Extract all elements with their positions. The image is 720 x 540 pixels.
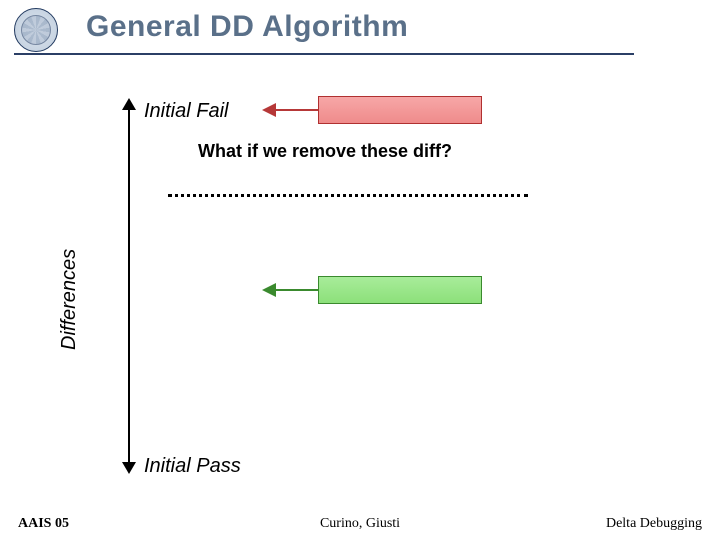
footer-right: Delta Debugging (606, 516, 702, 532)
split-dashed-line (168, 194, 528, 197)
pass-arrow-shaft (276, 289, 318, 291)
fail-arrow-shaft (276, 109, 318, 111)
pass-arrow-head-icon (262, 283, 276, 297)
pass-state-block (318, 276, 482, 304)
logo-inner-pattern (21, 15, 51, 45)
question-text: What if we remove these diff? (198, 141, 452, 162)
title-underline (14, 53, 634, 55)
fail-state-block (318, 96, 482, 124)
differences-axis (128, 106, 130, 470)
fail-arrow-head-icon (262, 103, 276, 117)
axis-arrow-down-icon (122, 462, 136, 474)
initial-pass-label: Initial Pass (144, 455, 241, 478)
slide: General DD Algorithm Initial Fail Initia… (0, 0, 720, 540)
slide-title: General DD Algorithm (86, 10, 408, 44)
institution-logo (14, 8, 58, 52)
axis-label-differences: Differences (58, 249, 81, 350)
initial-fail-label: Initial Fail (144, 100, 228, 123)
